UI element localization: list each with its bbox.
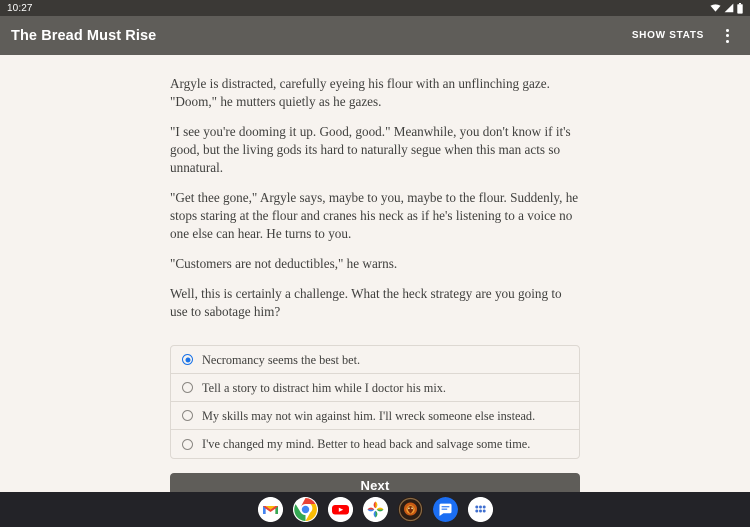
radio-button-icon[interactable] [182,410,193,421]
chrome-icon[interactable] [292,497,318,522]
choice-option-3[interactable]: My skills may not win against him. I'll … [171,402,579,430]
choice-list: Necromancy seems the best bet. Tell a st… [170,345,580,459]
google-photos-icon[interactable] [362,497,388,522]
youtube-icon[interactable] [327,497,353,522]
overflow-dot [725,34,729,37]
choice-option-1[interactable]: Necromancy seems the best bet. [171,346,579,374]
page-title: The Bread Must Rise [11,27,157,44]
dock [0,492,750,527]
story-paragraph: "I see you're dooming it up. Good, good.… [170,124,571,175]
status-icons [710,2,743,14]
story-paragraph: "Get thee gone," Argyle says, maybe to y… [170,190,579,241]
gmail-icon[interactable] [257,497,283,522]
status-bar: 10:27 [0,0,750,16]
story-paragraph: Argyle is distracted, carefully eyeing h… [170,76,550,109]
overflow-dot [725,39,729,43]
story-paragraph: "Customers are not deductibles," he warn… [170,256,398,271]
story-paragraph: Well, this is certainly a challenge. Wha… [170,286,562,319]
story-content-area: Argyle is distracted, carefully eyeing h… [0,55,750,492]
choice-label: My skills may not win against him. I'll … [202,408,536,423]
choice-label: Tell a story to distract him while I doc… [202,380,447,395]
content-column: Argyle is distracted, carefully eyeing h… [170,55,580,492]
status-time: 10:27 [7,2,33,14]
app-drawer-icon[interactable] [467,497,493,522]
next-button[interactable]: Next [170,473,580,492]
choice-label: I've changed my mind. Better to head bac… [202,437,531,451]
choice-option-2[interactable]: Tell a story to distract him while I doc… [171,374,579,402]
radio-button-icon[interactable] [182,382,193,393]
signal-icon [724,3,734,13]
overflow-dot [725,28,729,32]
messages-icon[interactable] [432,497,458,522]
app-bar: The Bread Must Rise SHOW STATS [0,16,750,55]
wifi-icon [710,4,721,12]
overflow-menu-icon[interactable] [718,22,736,50]
choice-label: Necromancy seems the best bet. [202,352,361,367]
lion-game-icon[interactable] [397,497,423,522]
choice-option-4[interactable]: I've changed my mind. Better to head bac… [171,430,579,458]
radio-button-icon[interactable] [182,354,193,365]
battery-icon [737,2,743,14]
radio-button-icon[interactable] [182,438,193,450]
show-stats-button[interactable]: SHOW STATS [632,30,704,41]
